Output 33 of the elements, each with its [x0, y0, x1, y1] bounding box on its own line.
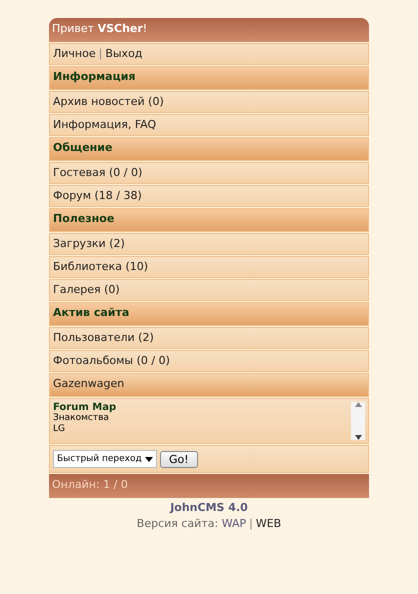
greeting: Привет VSCher!	[49, 18, 369, 42]
menu-link[interactable]: Информация, FAQ	[49, 114, 369, 136]
user-link[interactable]: Выход	[105, 47, 142, 60]
menu-link[interactable]: Пользователи (2)	[49, 327, 369, 349]
section-header: Информация	[49, 66, 369, 90]
scroll-up-icon[interactable]	[354, 402, 362, 407]
separator: |	[249, 517, 253, 530]
separator: |	[98, 47, 102, 60]
quick-jump-select[interactable]: Быстрый переход	[53, 450, 157, 468]
menu-link[interactable]: Галерея (0)	[49, 279, 369, 301]
user-link[interactable]: Личное	[53, 47, 96, 60]
menu-link[interactable]: Гостевая (0 / 0)	[49, 162, 369, 184]
ticker-line[interactable]: Знакомства	[53, 413, 351, 424]
version-link[interactable]: WEB	[256, 517, 282, 530]
dropdown-caret-icon[interactable]	[145, 456, 153, 462]
version-label: Версия сайта:	[136, 517, 218, 530]
menu-link[interactable]: Архив новостей (0)	[49, 91, 369, 113]
cms-title: JohnCMS 4.0	[168, 500, 249, 516]
menu-link[interactable]: Загрузки (2)	[49, 233, 369, 255]
ticker-title[interactable]: Forum Map	[53, 402, 351, 413]
scroll-down-icon[interactable]	[354, 435, 362, 440]
banner-link[interactable]: Gazenwagen	[49, 373, 369, 397]
section-header: Общение	[49, 137, 369, 161]
version-link[interactable]: WAP	[222, 517, 246, 530]
menu-link[interactable]: Форум (18 / 38)	[49, 185, 369, 207]
ticker-line[interactable]: LG	[53, 424, 351, 435]
section-header: Полезное	[49, 208, 369, 232]
menu-link[interactable]: Фотоальбомы (0 / 0)	[49, 350, 369, 372]
menu-link[interactable]: Библиотека (10)	[49, 256, 369, 278]
online-count: Онлайн: 1 / 0	[49, 474, 369, 498]
scrollbar[interactable]	[351, 402, 365, 440]
section-header: Актив сайта	[49, 302, 369, 326]
go-button[interactable]: Go!	[160, 450, 198, 468]
